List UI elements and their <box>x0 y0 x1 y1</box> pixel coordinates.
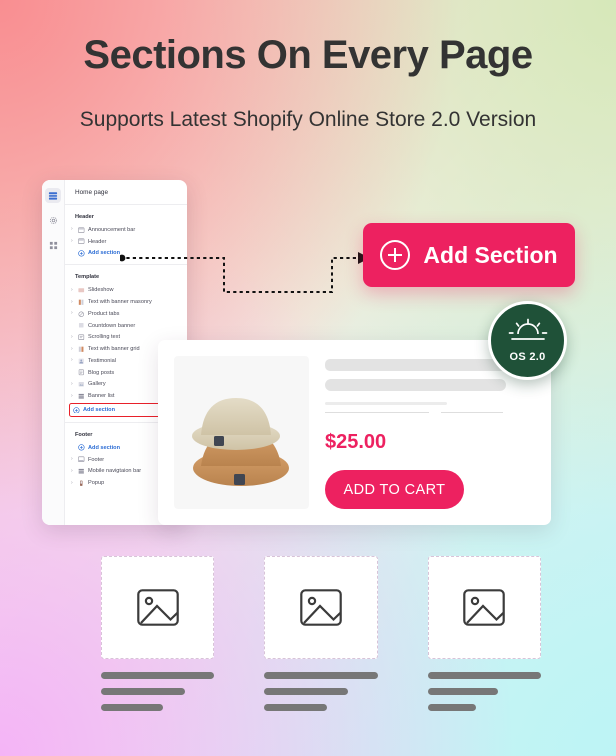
editor-page-title[interactable]: Home page <box>65 180 187 205</box>
tree-row-label: Product tabs <box>88 310 120 317</box>
product-image <box>174 356 309 509</box>
image-placeholder-icon <box>463 589 506 626</box>
tree-row-label: Countdown banner <box>88 322 136 329</box>
tree-row-label: Scrolling text <box>88 334 121 341</box>
chevron-right-icon: › <box>71 467 73 474</box>
subtitle-placeholder-bar <box>325 379 506 391</box>
tree-row-label: Add section <box>83 407 116 414</box>
image-placeholder-box <box>101 556 215 659</box>
text-placeholder-lines <box>101 672 215 711</box>
group-label-header: Header <box>75 214 94 220</box>
blog-posts-icon <box>78 369 85 376</box>
editor-icon-rail <box>42 180 65 525</box>
placeholder-line <box>264 672 378 679</box>
tree-row-label: Add section <box>88 444 121 451</box>
chevron-right-icon: › <box>71 345 73 352</box>
page-subtitle: Supports Latest Shopify Online Store 2.0… <box>79 108 537 131</box>
chevron-right-icon: › <box>71 479 73 486</box>
announcement-bar-icon <box>78 226 85 233</box>
placeholder-card <box>264 556 378 711</box>
gallery-icon <box>78 381 85 388</box>
product-info: $25.00 ADD TO CART <box>325 356 546 509</box>
chevron-right-icon: › <box>71 456 73 463</box>
text-placeholder-lines <box>264 672 378 711</box>
tree-row-label: Blog posts <box>88 369 115 376</box>
placeholder-line <box>101 704 164 711</box>
tree-row[interactable]: Countdown banner <box>65 320 187 332</box>
image-placeholder-box <box>427 556 541 659</box>
image-placeholder-box <box>264 556 378 659</box>
tree-row-label: Gallery <box>88 381 106 388</box>
chevron-right-icon: › <box>71 286 73 293</box>
tree-row-label: Testimonial <box>88 357 116 364</box>
banner-masonry-icon <box>78 299 85 306</box>
thin-rule <box>441 412 503 413</box>
tree-row-label: Popup <box>88 480 105 487</box>
plus-circle-icon <box>380 240 411 270</box>
add-section-button[interactable]: Add Section <box>363 223 575 287</box>
add-to-cart-button[interactable]: ADD TO CART <box>325 470 464 509</box>
text-placeholder-lines <box>427 672 541 711</box>
tree-row-label: Footer <box>88 456 105 463</box>
apps-rail-icon[interactable] <box>45 238 61 253</box>
scrolling-text-icon <box>78 334 85 341</box>
tree-row-label: Banner list <box>88 393 115 400</box>
sections-rail-icon[interactable] <box>45 188 61 203</box>
chevron-right-icon: › <box>71 357 73 364</box>
image-placeholder-icon <box>136 589 179 626</box>
page-title: Sections On Every Page <box>83 33 533 77</box>
placeholder-card <box>427 556 541 711</box>
placeholder-line <box>101 688 185 695</box>
placeholder-line <box>264 688 349 695</box>
footer-icon <box>78 456 85 463</box>
thin-rule <box>325 412 429 413</box>
meta-placeholder-bar <box>325 402 447 405</box>
tree-row-label: Text with banner grid <box>88 346 140 353</box>
chevron-right-icon: › <box>71 392 73 399</box>
placeholder-line <box>427 704 477 711</box>
chevron-right-icon: › <box>71 226 73 233</box>
placeholder-card <box>101 556 215 711</box>
placeholder-line <box>264 704 327 711</box>
placeholder-line <box>427 672 541 679</box>
os-version-label: OS 2.0 <box>509 351 546 363</box>
tree-row-label: Mobile navigtaion bar <box>88 468 142 475</box>
chevron-right-icon: › <box>71 298 73 305</box>
product-price: $25.00 <box>325 431 387 453</box>
gear-icon[interactable] <box>45 213 61 228</box>
tree-row-label: Slideshow <box>88 287 114 294</box>
chevron-right-icon: › <box>71 310 73 317</box>
plus-circle-icon <box>78 250 85 257</box>
add-section-button-label: Add Section <box>423 241 558 268</box>
testimonial-icon <box>78 357 85 364</box>
os-version-badge: OS 2.0 <box>488 301 567 380</box>
plus-circle-icon <box>73 406 80 414</box>
add-to-cart-label: ADD TO CART <box>343 481 446 498</box>
popup-icon <box>78 480 85 487</box>
product-card: $25.00 ADD TO CART <box>158 340 551 525</box>
placeholder-line <box>427 688 498 695</box>
tree-row-label: Header <box>88 238 107 245</box>
placeholder-line <box>101 672 215 679</box>
banner-grid-icon <box>78 346 85 353</box>
banner-list-icon <box>78 393 85 400</box>
countdown-banner-icon <box>78 322 85 329</box>
plus-circle-icon <box>78 444 85 451</box>
header-icon <box>78 238 85 245</box>
thin-rules <box>325 412 535 413</box>
slideshow-icon <box>78 287 85 294</box>
product-tabs-icon <box>78 310 85 317</box>
tree-row[interactable]: › Product tabs <box>65 308 187 320</box>
chevron-right-icon: › <box>71 333 73 340</box>
chevron-right-icon: › <box>71 380 73 387</box>
chevron-right-icon: › <box>71 238 73 245</box>
mobile-nav-icon <box>78 468 85 475</box>
image-placeholder-icon <box>300 589 342 626</box>
placeholder-card-grid <box>101 556 541 711</box>
tree-row-label: Add section <box>88 250 121 257</box>
connector-arrow <box>120 252 370 293</box>
sunrise-icon <box>507 318 549 350</box>
